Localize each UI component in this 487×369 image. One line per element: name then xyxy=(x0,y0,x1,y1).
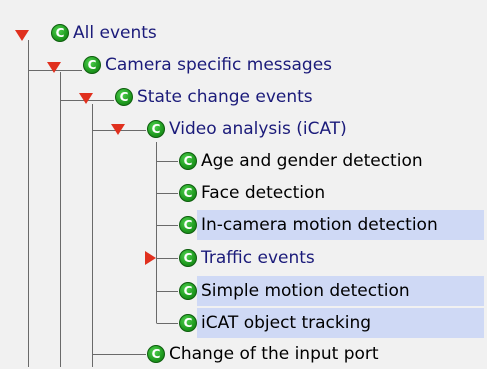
tree-node-traffic-events[interactable]: C Traffic events xyxy=(179,243,321,273)
category-c-icon: C xyxy=(179,282,197,300)
tree-node-label: Camera specific messages xyxy=(105,55,333,75)
tree-node-label: Face detection xyxy=(201,183,326,203)
category-c-icon: C xyxy=(179,184,197,202)
tree-node-icat-object-tracking[interactable]: C iCAT object tracking xyxy=(179,308,484,338)
tree-node-face-detection[interactable]: C Face detection xyxy=(179,178,331,208)
tree-node-label: All events xyxy=(73,23,157,43)
event-tree: C All events C Camera specific messages … xyxy=(0,0,487,367)
tree-node-age-gender-detection[interactable]: C Age and gender detection xyxy=(179,146,429,176)
category-c-icon: C xyxy=(179,216,197,234)
tree-node-change-input-port[interactable]: C Change of the input port xyxy=(147,339,385,369)
tree-node-label: Age and gender detection xyxy=(201,151,423,171)
category-c-icon: C xyxy=(147,120,165,138)
category-c-icon: C xyxy=(179,249,197,267)
tree-node-camera-specific-messages[interactable]: C Camera specific messages xyxy=(83,50,338,80)
collapse-arrow-icon[interactable] xyxy=(111,124,125,135)
tree-node-video-analysis[interactable]: C Video analysis (iCAT) xyxy=(147,114,353,144)
category-c-icon: C xyxy=(115,88,133,106)
tree-node-label: iCAT object tracking xyxy=(197,308,484,338)
category-c-icon: C xyxy=(179,152,197,170)
tree-node-in-camera-motion-detection[interactable]: C In-camera motion detection xyxy=(179,210,484,240)
tree-node-all-events[interactable]: C All events xyxy=(51,18,163,48)
tree-node-label: Traffic events xyxy=(201,248,315,268)
tree-node-simple-motion-detection[interactable]: C Simple motion detection xyxy=(179,276,484,306)
category-c-icon: C xyxy=(147,345,165,363)
tree-node-state-change-events[interactable]: C State change events xyxy=(115,82,319,112)
category-c-icon: C xyxy=(83,56,101,74)
tree-node-label: Simple motion detection xyxy=(197,276,484,306)
collapse-arrow-icon[interactable] xyxy=(47,62,61,73)
collapse-arrow-icon[interactable] xyxy=(79,93,93,104)
tree-node-label: Video analysis (iCAT) xyxy=(169,119,347,139)
tree-node-label: In-camera motion detection xyxy=(197,210,484,240)
tree-node-label: Change of the input port xyxy=(169,344,379,364)
category-c-icon: C xyxy=(51,24,69,42)
expand-arrow-icon[interactable] xyxy=(145,251,156,265)
collapse-arrow-icon[interactable] xyxy=(15,30,29,41)
tree-node-label: State change events xyxy=(137,87,313,107)
category-c-icon: C xyxy=(179,314,197,332)
